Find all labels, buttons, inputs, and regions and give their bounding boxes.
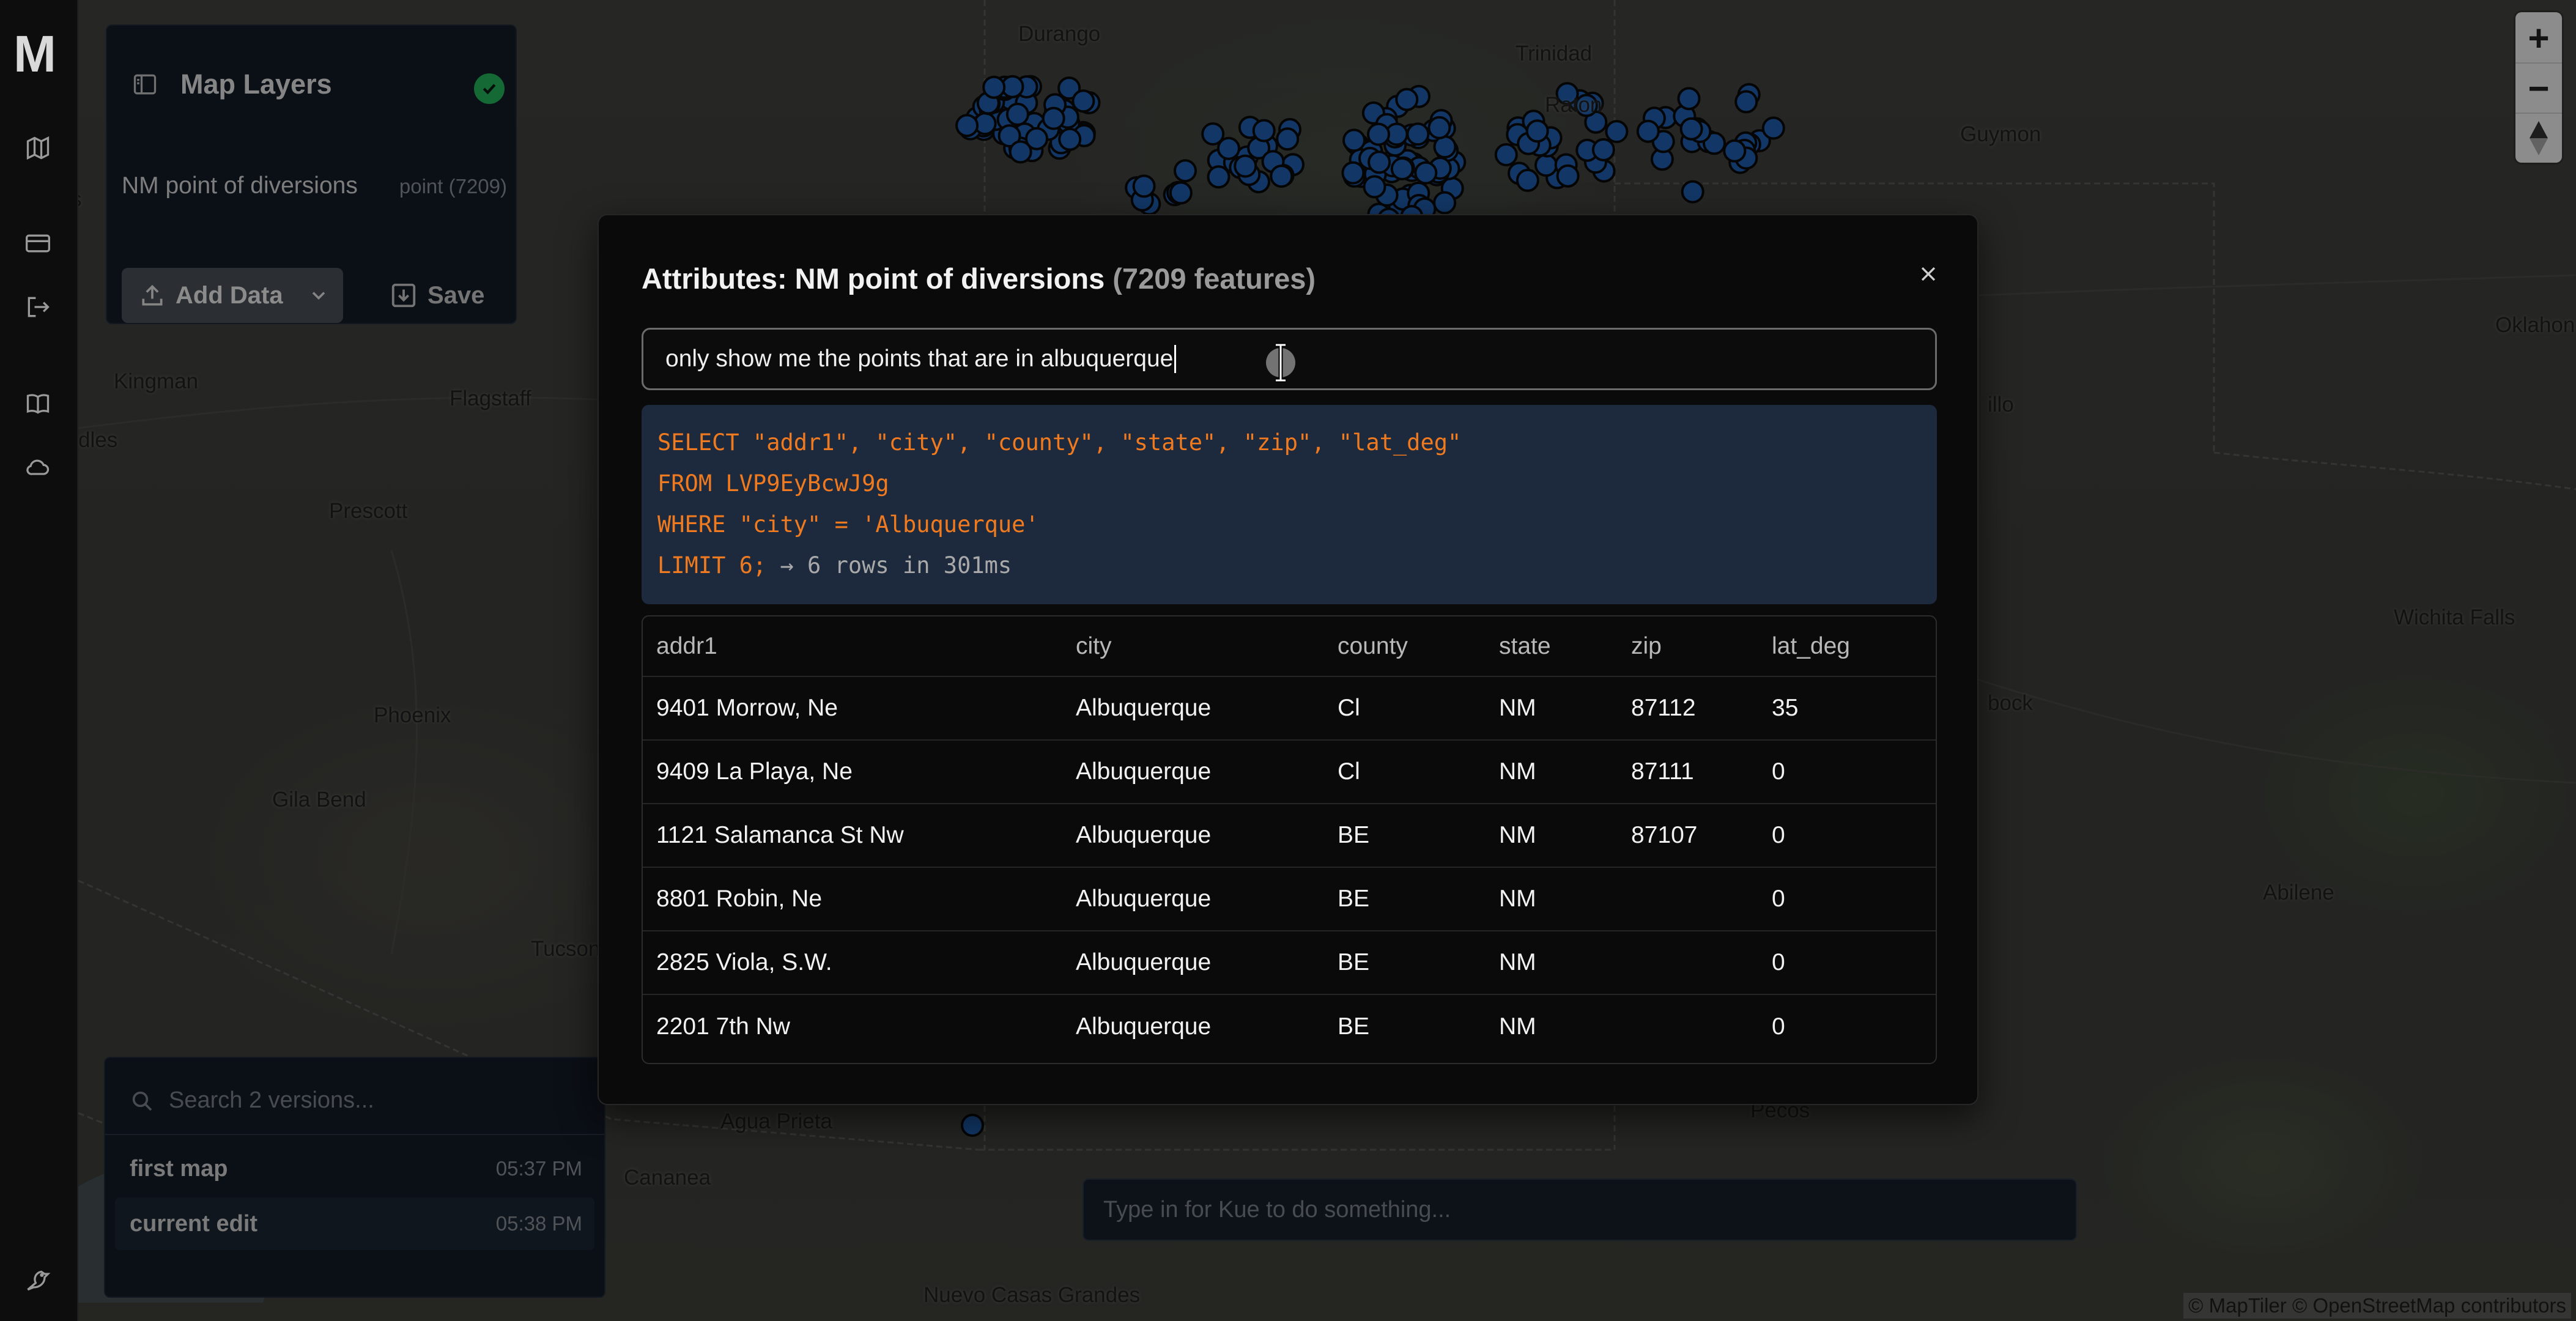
- table-cell: 8801 Robin, Ne: [643, 867, 1062, 931]
- column-header[interactable]: lat_deg: [1758, 616, 1936, 677]
- table-cell: BE: [1324, 931, 1486, 995]
- ibeam-cursor-icon: [1266, 342, 1295, 383]
- table-row[interactable]: 9401 Morrow, Ne Albuquerque Cl NM 87112 …: [643, 676, 1936, 741]
- close-button[interactable]: [1910, 256, 1947, 292]
- table-cell: NM: [1486, 804, 1618, 868]
- table-cell: [1618, 931, 1758, 995]
- table-cell: NM: [1499, 1013, 1536, 1040]
- table-cell: [1618, 867, 1758, 931]
- table-header-row: addr1 city county state zip lat_deg: [643, 616, 1936, 677]
- feature-count: (7209 features): [1112, 262, 1316, 295]
- table-cell: NM: [1486, 676, 1618, 741]
- table-cell: 1121 Salamanca St Nw: [643, 804, 1062, 868]
- table-cell: 87112: [1618, 676, 1758, 741]
- query-text: only show me the points that are in albu…: [665, 346, 1174, 372]
- table-cell: 0: [1758, 867, 1936, 931]
- rail-billing-button[interactable]: [20, 225, 56, 262]
- table-cell: BE: [1324, 804, 1486, 868]
- rail-bird-button[interactable]: [20, 1262, 56, 1299]
- column-header[interactable]: city: [1062, 616, 1324, 677]
- table-cell: 2201 7th Nw: [656, 1013, 790, 1040]
- map-icon: [26, 136, 50, 160]
- table-cell: 2825 Viola, S.W.: [643, 931, 1062, 995]
- table-cell: Albuquerque: [1062, 867, 1324, 931]
- rail-logout-button[interactable]: [20, 289, 56, 325]
- rail-cloud-button[interactable]: [20, 449, 56, 486]
- table-cell: NM: [1486, 740, 1618, 804]
- table-cell: Cl: [1324, 740, 1486, 804]
- rail-docs-button[interactable]: [20, 385, 56, 422]
- sql-line: WHERE "city" = 'Albuquerque': [657, 511, 1039, 538]
- text-caret: [1174, 345, 1177, 373]
- cloud-icon: [26, 459, 50, 475]
- table-cell: 35: [1758, 676, 1936, 741]
- modal-title: Attributes: NM point of diversions (7209…: [642, 262, 1316, 295]
- app-logo[interactable]: M: [13, 24, 56, 84]
- table-cell: 0: [1758, 740, 1936, 804]
- column-header[interactable]: zip: [1618, 616, 1758, 677]
- attributes-table: addr1 city county state zip lat_deg 9401…: [642, 615, 1937, 1064]
- table-cell: Albuquerque: [1062, 676, 1324, 741]
- table-cell: NM: [1486, 867, 1618, 931]
- table-row[interactable]: 8801 Robin, Ne Albuquerque BE NM 0: [643, 867, 1936, 931]
- sql-preview: SELECT "addr1", "city", "county", "state…: [642, 405, 1937, 604]
- logout-icon: [28, 297, 50, 317]
- sql-line: LIMIT 6;: [657, 552, 767, 579]
- attributes-modal: Attributes: NM point of diversions (7209…: [598, 214, 1978, 1105]
- table-row[interactable]: 2201 7th Nw Albuquerque BE NM 0: [643, 994, 1936, 1058]
- table-cell: 9401 Morrow, Ne: [643, 676, 1062, 741]
- table-cell: 87111: [1618, 740, 1758, 804]
- table-cell: BE: [1338, 1013, 1370, 1040]
- column-header[interactable]: addr1: [643, 616, 1062, 677]
- table-cell: Albuquerque: [1062, 804, 1324, 868]
- table-cell: 9409 La Playa, Ne: [643, 740, 1062, 804]
- table-cell: [1618, 994, 1758, 1058]
- table-cell: Cl: [1324, 676, 1486, 741]
- rail-map-button[interactable]: [20, 130, 56, 166]
- table-cell: 0: [1758, 931, 1936, 995]
- left-rail: M: [0, 0, 78, 1321]
- table-cell: NM: [1486, 931, 1618, 995]
- table-cell: 0: [1772, 1013, 1785, 1040]
- book-icon: [26, 394, 50, 414]
- table-cell: Albuquerque: [1076, 1013, 1212, 1040]
- table-cell: Albuquerque: [1062, 740, 1324, 804]
- table-row[interactable]: 9409 La Playa, Ne Albuquerque Cl NM 8711…: [643, 740, 1936, 804]
- table-cell: 0: [1758, 804, 1936, 868]
- bird-icon: [27, 1270, 51, 1291]
- close-icon: [1921, 267, 1936, 281]
- sql-line: SELECT "addr1", "city", "county", "state…: [657, 429, 1462, 456]
- modal-title-text: Attributes: NM point of diversions: [642, 262, 1105, 295]
- table-row[interactable]: 1121 Salamanca St Nw Albuquerque BE NM 8…: [643, 804, 1936, 868]
- card-icon: [26, 234, 50, 253]
- table-cell: 87107: [1618, 804, 1758, 868]
- column-header[interactable]: county: [1324, 616, 1486, 677]
- table-row[interactable]: 2825 Viola, S.W. Albuquerque BE NM 0: [643, 931, 1936, 995]
- sql-result-meta: → 6 rows in 301ms: [766, 552, 1012, 579]
- sql-line: FROM LVP9EyBcwJ9g: [657, 470, 889, 497]
- table-cell: BE: [1324, 867, 1486, 931]
- column-header[interactable]: state: [1486, 616, 1618, 677]
- table-cell: Albuquerque: [1062, 931, 1324, 995]
